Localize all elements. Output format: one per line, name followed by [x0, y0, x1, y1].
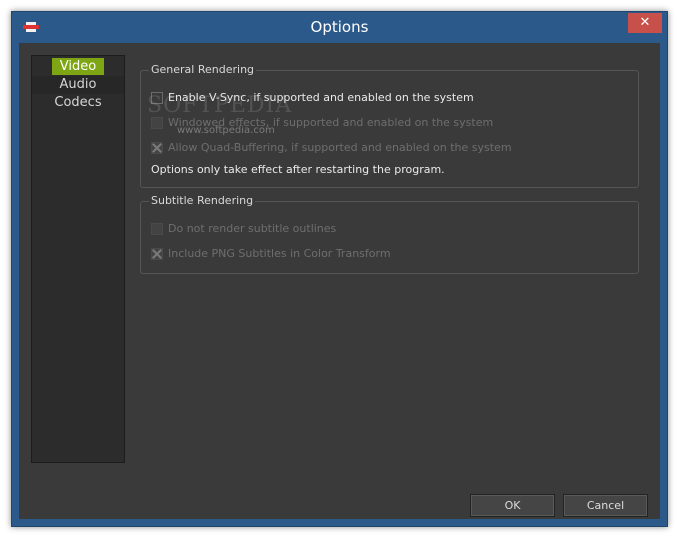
png-subtitles-label: Include PNG Subtitles in Color Transform: [168, 247, 391, 260]
window-title: Options: [310, 18, 369, 36]
subtitle-outlines-label: Do not render subtitle outlines: [168, 222, 337, 235]
dialog-body: Video Audio Codecs General Rendering Ena…: [19, 43, 660, 519]
sidebar-item-label: Video: [51, 58, 105, 75]
sidebar-item-video[interactable]: Video: [32, 58, 124, 76]
category-list: Video Audio Codecs: [31, 55, 125, 463]
vsync-label: Enable V-Sync, if supported and enabled …: [168, 91, 474, 104]
restart-note: Options only take effect after restartin…: [151, 163, 445, 176]
windowed-effects-checkbox: [151, 117, 163, 129]
subtitle-outlines-checkbox: [151, 223, 163, 235]
options-window: Options ✕ Video Audio Codecs General Ren…: [11, 11, 668, 527]
sidebar-item-label: Audio: [59, 77, 97, 92]
group-title: General Rendering: [149, 63, 257, 76]
sidebar-item-codecs[interactable]: Codecs: [32, 94, 124, 112]
windowed-effects-label: Windowed effects, if supported and enabl…: [168, 116, 494, 129]
ok-button[interactable]: OK: [470, 494, 555, 517]
cancel-button[interactable]: Cancel: [563, 494, 648, 517]
quad-buffering-label: Allow Quad-Buffering, if supported and e…: [168, 141, 512, 154]
group-title: Subtitle Rendering: [149, 194, 256, 207]
sidebar-item-label: Codecs: [54, 95, 102, 110]
close-button[interactable]: ✕: [628, 13, 662, 33]
vsync-checkbox[interactable]: [151, 92, 163, 104]
sidebar-item-audio[interactable]: Audio: [32, 76, 124, 94]
quad-buffering-checkbox: [151, 142, 163, 154]
general-rendering-group: General Rendering Enable V-Sync, if supp…: [140, 63, 639, 188]
subtitle-rendering-group: Subtitle Rendering Do not render subtitl…: [140, 194, 639, 274]
close-icon: ✕: [639, 15, 651, 30]
png-subtitles-checkbox: [151, 248, 163, 260]
title-bar[interactable]: Options ✕: [12, 12, 667, 43]
